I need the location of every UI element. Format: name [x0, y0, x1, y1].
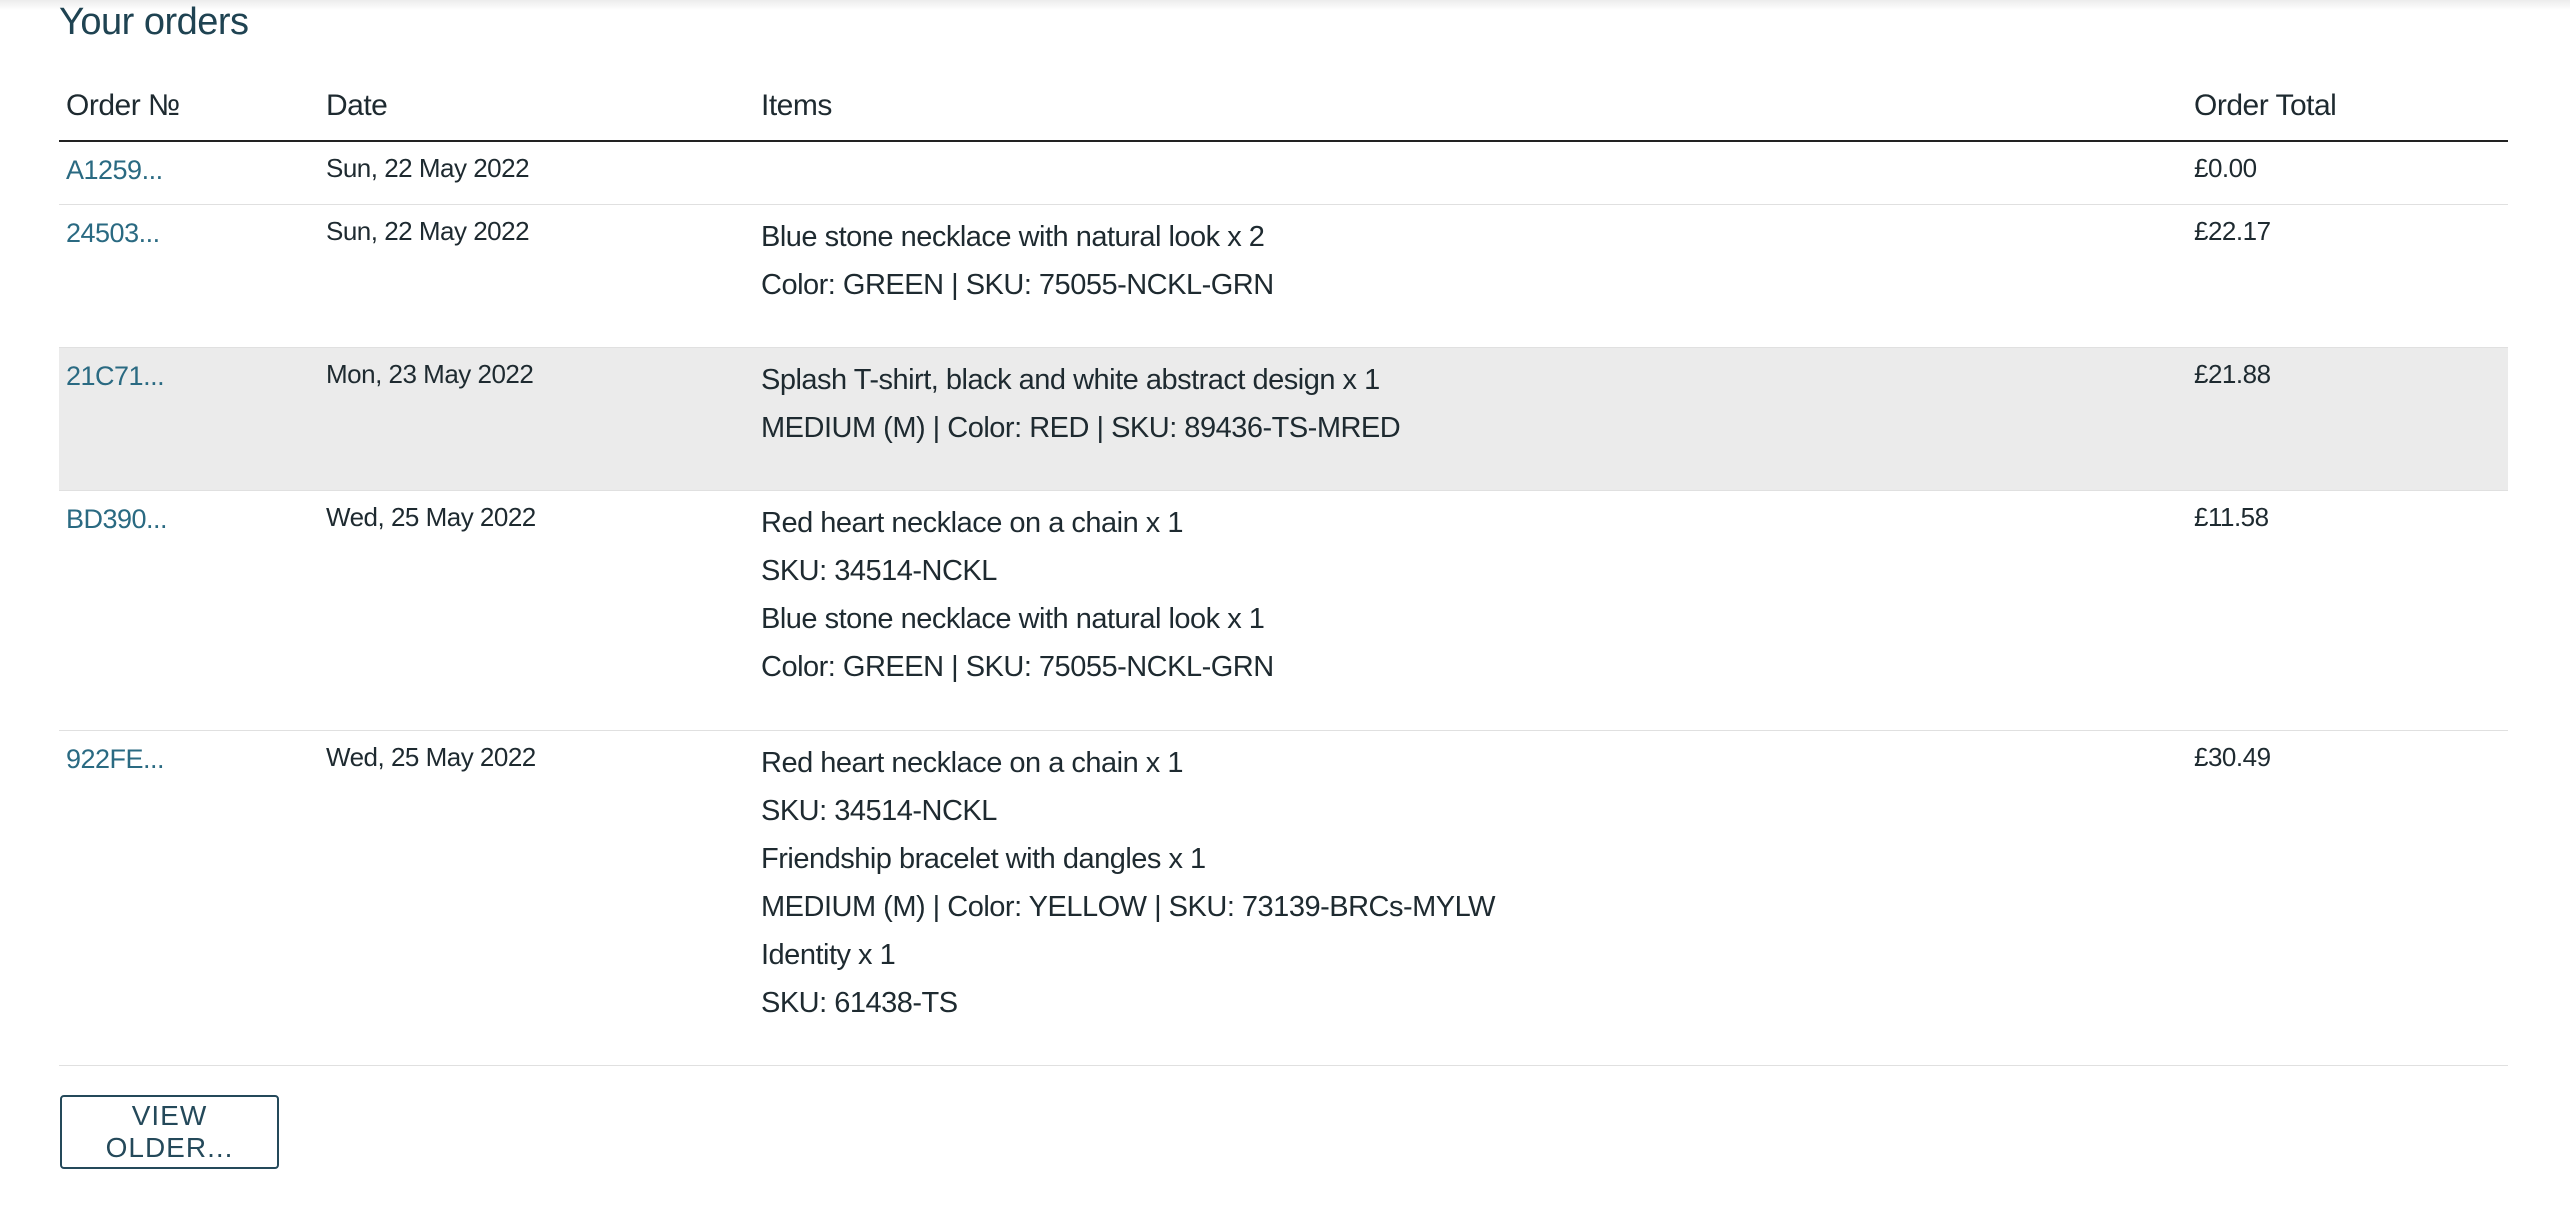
order-items-cell: Red heart necklace on a chain x 1 SKU: 3… [754, 490, 2187, 731]
order-number-cell: A1259... [59, 141, 319, 205]
item-line: SKU: 61438-TS [761, 987, 958, 1019]
order-date-cell: Sun, 22 May 2022 [319, 141, 754, 205]
column-header-date: Date [319, 78, 754, 142]
order-total-cell: £0.00 [2187, 141, 2508, 205]
order-items-cell: Splash T-shirt, black and white abstract… [754, 347, 2187, 491]
order-date-cell: Wed, 25 May 2022 [319, 490, 754, 731]
column-header-items: Items [754, 78, 2187, 142]
order-number-link[interactable]: A1259... [66, 142, 163, 186]
item-line: Splash T-shirt, black and white abstract… [761, 364, 1380, 396]
order-items-cell: Blue stone necklace with natural look x … [754, 204, 2187, 348]
order-date: Wed, 25 May 2022 [326, 502, 536, 532]
table-row: 922FE... Wed, 25 May 2022 Red heart neck… [59, 730, 2508, 1066]
table-header-row: Order № Date Items Order Total [59, 78, 2508, 142]
item-line: Red heart necklace on a chain x 1 [761, 747, 1184, 779]
order-total: £0.00 [2194, 153, 2257, 183]
order-total: £11.58 [2194, 502, 2269, 532]
table-row-highlighted: 21C71... Mon, 23 May 2022 Splash T-shirt… [59, 347, 2508, 491]
orders-table: Order № Date Items Order Total A1259... … [59, 78, 2508, 1066]
order-number-link[interactable]: 922FE... [66, 731, 165, 775]
order-total-cell: £22.17 [2187, 204, 2508, 348]
order-items-cell: Red heart necklace on a chain x 1 SKU: 3… [754, 730, 2187, 1066]
order-date: Sun, 22 May 2022 [326, 216, 530, 246]
order-items-cell [754, 141, 2187, 205]
item-line: MEDIUM (M) | Color: YELLOW | SKU: 73139-… [761, 891, 1495, 923]
order-number-link[interactable]: 24503... [66, 205, 160, 249]
item-line: Color: GREEN | SKU: 75055-NCKL-GRN [761, 651, 1274, 683]
order-date-cell: Wed, 25 May 2022 [319, 730, 754, 1066]
item-line: SKU: 34514-NCKL [761, 795, 997, 827]
order-date: Mon, 23 May 2022 [326, 359, 534, 389]
item-line: Friendship bracelet with dangles x 1 [761, 843, 1206, 875]
order-total: £22.17 [2194, 216, 2271, 246]
top-bar-shadow [0, 0, 2570, 10]
item-line: MEDIUM (M) | Color: RED | SKU: 89436-TS-… [761, 412, 1401, 444]
order-total: £21.88 [2194, 359, 2271, 389]
order-date-cell: Sun, 22 May 2022 [319, 204, 754, 348]
order-date: Sun, 22 May 2022 [326, 153, 530, 183]
item-line: Red heart necklace on a chain x 1 [761, 507, 1184, 539]
order-number-cell: BD390... [59, 490, 319, 731]
table-row: BD390... Wed, 25 May 2022 Red heart neck… [59, 490, 2508, 731]
order-number-cell: 21C71... [59, 347, 319, 491]
order-total-cell: £30.49 [2187, 730, 2508, 1066]
order-date-cell: Mon, 23 May 2022 [319, 347, 754, 491]
order-number-link[interactable]: 21C71... [66, 348, 165, 392]
table-row: A1259... Sun, 22 May 2022 £0.00 [59, 141, 2508, 205]
item-line: Identity x 1 [761, 939, 896, 971]
order-number-cell: 922FE... [59, 730, 319, 1066]
order-total: £30.49 [2194, 742, 2271, 772]
column-header-order-number: Order № [59, 78, 319, 142]
order-number-link[interactable]: BD390... [66, 491, 168, 535]
order-date: Wed, 25 May 2022 [326, 742, 536, 772]
item-line: Blue stone necklace with natural look x … [761, 603, 1265, 635]
item-line: Color: GREEN | SKU: 75055-NCKL-GRN [761, 269, 1274, 301]
order-total-cell: £21.88 [2187, 347, 2508, 491]
column-header-order-total: Order Total [2187, 78, 2508, 142]
order-total-cell: £11.58 [2187, 490, 2508, 731]
order-number-cell: 24503... [59, 204, 319, 348]
item-line: Blue stone necklace with natural look x … [761, 221, 1265, 253]
view-older-button[interactable]: VIEW OLDER... [60, 1095, 279, 1169]
table-row: 24503... Sun, 22 May 2022 Blue stone nec… [59, 204, 2508, 348]
item-line: SKU: 34514-NCKL [761, 555, 997, 587]
page-title: Your orders [59, 1, 249, 43]
